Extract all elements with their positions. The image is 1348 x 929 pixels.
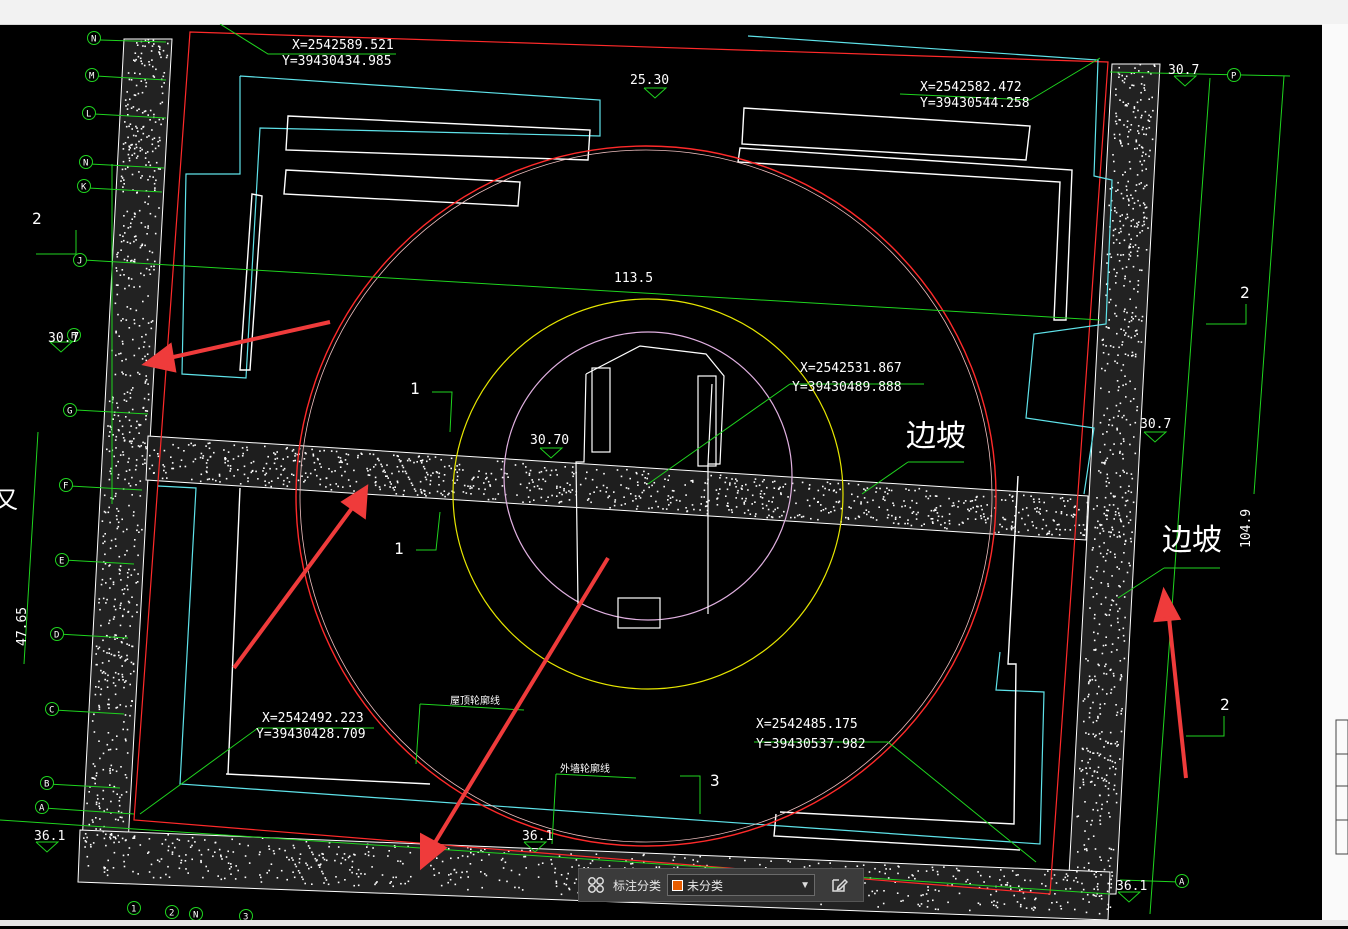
coord-5-x: X=2542485.175: [756, 717, 858, 732]
elevation-2: 30.7: [1168, 63, 1199, 78]
coord-1-y: Y=39430434.985: [282, 54, 392, 69]
axis-bubble-label: B: [44, 780, 49, 790]
slope-label-middle: 边坡: [906, 419, 966, 454]
coord-2-y: Y=39430544.258: [920, 96, 1030, 111]
elevation-8: 36.1: [1116, 879, 1147, 894]
bottom-bar: [0, 920, 1348, 926]
elevation-7: 36.1: [522, 829, 553, 844]
elevation-4: 30.70: [530, 433, 569, 448]
coord-3-y: Y=39430489.888: [792, 380, 902, 395]
coord-3-x: X=2542531.867: [800, 361, 902, 376]
axis-bubble-label: A: [1179, 878, 1185, 888]
elevation-1: 25.30: [630, 73, 669, 88]
dimension-left: 47.65: [15, 607, 30, 646]
elevation-6: 36.1: [34, 829, 65, 844]
chevron-down-icon: ▼: [800, 879, 811, 891]
axis-bubble-label: M: [89, 72, 95, 82]
axis-bubble-label: E: [59, 557, 64, 567]
section-mark-3: 2: [32, 209, 42, 228]
category-selected-value: 未分类: [687, 878, 724, 893]
axis-bubble-label: 1: [131, 905, 136, 915]
axis-bubble-label: F: [63, 482, 68, 492]
axis-bubble-label: C: [49, 706, 54, 716]
category-select[interactable]: 未分类 ▼: [667, 874, 816, 896]
arrow-right-up-head: [1153, 586, 1182, 623]
section-mark-4: 2: [1240, 283, 1250, 302]
building-outline-cyan-bottom: [157, 485, 1045, 845]
dimension-top: 113.5: [614, 271, 653, 286]
axis-bubble-label: P: [1231, 72, 1237, 82]
left-edge-glyph: 又: [0, 486, 18, 514]
section-mark-5: 2: [1220, 695, 1230, 714]
arrow-left: [159, 320, 331, 362]
axis-bubble-label: 2: [169, 909, 174, 919]
cad-drawing-canvas[interactable]: NMLNKJHGFEDCBAPA12N3 X=2542589.521 Y=394…: [0, 23, 1348, 924]
annotation-arrows: [141, 320, 1188, 871]
coord-2-x: X=2542582.472: [920, 80, 1022, 95]
axis-bubble-label: N: [91, 35, 96, 45]
axis-bubble-label: G: [67, 407, 72, 417]
note-roof-outline: 屋顶轮廓线: [450, 694, 500, 707]
axis-bubble-label: J: [77, 257, 82, 267]
axis-bubble-label: N: [193, 911, 198, 921]
four-squares-icon[interactable]: [585, 874, 607, 896]
section-mark-1: 1: [410, 379, 420, 398]
coord-5-y: Y=39430537.982: [756, 737, 866, 752]
axis-bubble-label: K: [81, 183, 87, 193]
arrow-right-up: [1166, 607, 1188, 779]
axis-bubble-label: N: [83, 159, 88, 169]
elevation-3: 30.7: [48, 331, 79, 346]
section-mark-2: 1: [394, 539, 404, 558]
axis-bubble-label: A: [39, 804, 45, 814]
axis-bubble-label: D: [54, 631, 59, 641]
toolbar-label: 标注分类: [613, 878, 662, 893]
slope-label-right: 边坡: [1162, 523, 1222, 558]
arrow-center-up: [232, 498, 360, 670]
top-bar: [0, 0, 1348, 25]
section-mark-6: 3: [710, 771, 720, 790]
dimension-right: 104.9: [1239, 509, 1254, 548]
elevation-5: 30.7: [1140, 417, 1171, 432]
edit-icon[interactable]: [827, 873, 851, 897]
coord-1-x: X=2542589.521: [292, 38, 394, 53]
note-wall-outline: 外墙轮廓线: [560, 762, 610, 775]
coord-4-x: X=2542492.223: [262, 711, 364, 726]
category-color-swatch: [672, 879, 684, 891]
annotation-category-toolbar: 标注分类 未分类 ▼: [578, 868, 864, 902]
coord-4-y: Y=39430428.709: [256, 727, 366, 742]
right-panel-strip: [1322, 24, 1348, 920]
axis-bubble-label: L: [86, 110, 91, 120]
